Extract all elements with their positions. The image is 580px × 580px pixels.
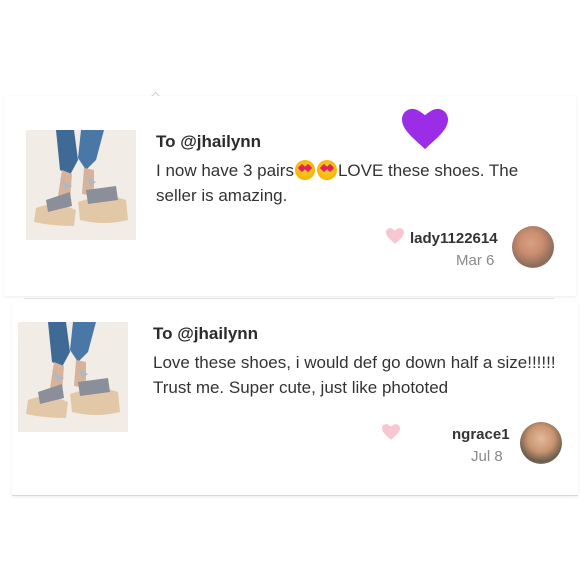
sandal-image [18, 322, 128, 432]
recipient-label: To @jhailynn [156, 132, 262, 151]
heart-icon[interactable] [386, 228, 404, 244]
avatar[interactable] [520, 422, 562, 464]
comment-date: Jul 8 [471, 448, 503, 465]
product-thumbnail[interactable] [26, 130, 136, 240]
comment-card: To @jhailynn I now have 3 pairs LOVE thes… [4, 96, 576, 296]
comment-text: I now have 3 pairs LOVE these shoes. The … [156, 158, 556, 208]
username-link[interactable]: ngrace1 [452, 426, 510, 443]
comment-text: Love these shoes, i would def go down ha… [153, 353, 556, 397]
comment-divider [24, 298, 554, 299]
comment-date: Mar 6 [456, 252, 495, 269]
comment-card: To @jhailynn Love these shoes, i would d… [12, 302, 578, 496]
avatar[interactable] [512, 226, 554, 268]
recipient-label: To @jhailynn [153, 324, 259, 343]
heart-icon[interactable] [382, 424, 400, 440]
comment-text-part: I now have 3 pairs [156, 161, 294, 180]
product-thumbnail[interactable] [18, 322, 128, 432]
purple-heart-icon [402, 108, 448, 150]
username-link[interactable]: lady1122614 [410, 230, 498, 247]
heart-eyes-emoji-icon [316, 160, 337, 180]
heart-eyes-emoji-icon [294, 160, 315, 180]
sandal-image [26, 130, 136, 240]
